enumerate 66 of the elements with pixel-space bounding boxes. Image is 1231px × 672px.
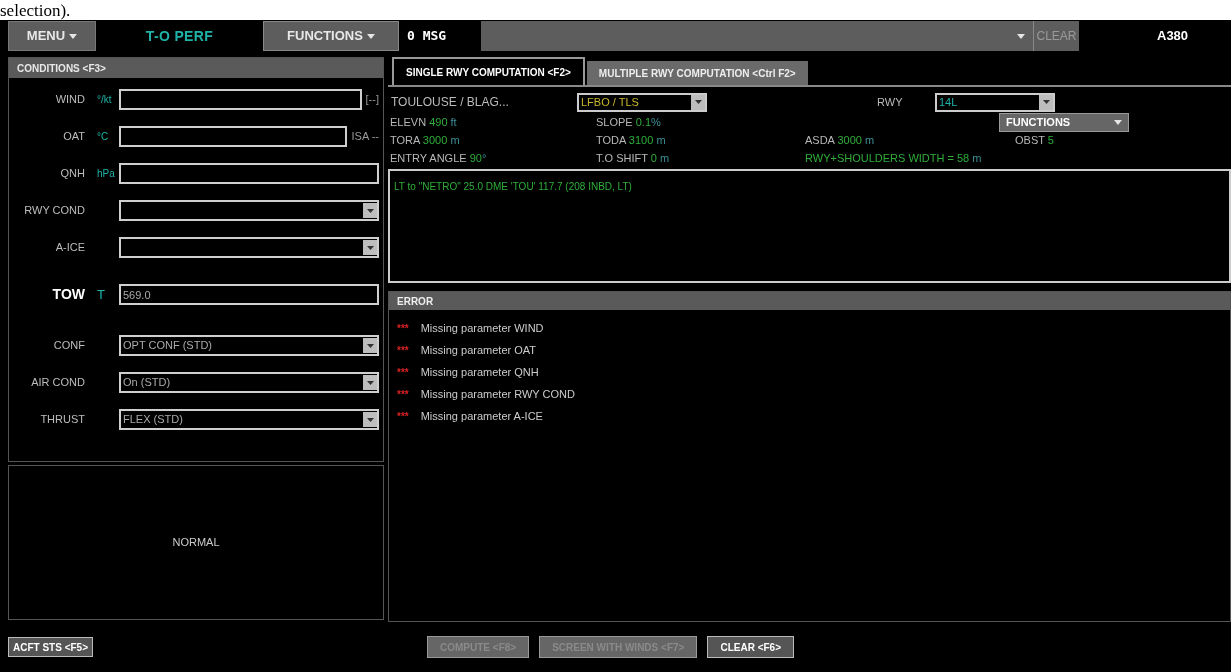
suffix-label: [--] xyxy=(365,92,379,108)
tab[interactable]: SINGLE RWY COMPUTATION <F2> xyxy=(392,57,585,85)
dropdown-field[interactable]: OPT CONF (STD) xyxy=(119,335,379,356)
runway-parameter: T.O SHIFT 0 m xyxy=(596,150,670,166)
page-text: selection). xyxy=(0,1,71,19)
error-marker: *** xyxy=(397,387,409,402)
conditions-header: CONDITIONS <F3> xyxy=(9,58,383,78)
error-message: Missing parameter WIND xyxy=(420,320,544,336)
status-text: NORMAL xyxy=(172,535,220,551)
field-label: WIND xyxy=(55,92,85,108)
field-label: RWY COND xyxy=(24,203,85,219)
runway-parameter: SLOPE 0.1% xyxy=(596,114,661,130)
error-marker: *** xyxy=(397,409,409,424)
caret-icon xyxy=(1114,119,1122,125)
error-message: Missing parameter A-ICE xyxy=(420,408,543,424)
unit-label: °C xyxy=(97,131,109,142)
unit-label: hPa xyxy=(97,168,115,179)
suffix-label: ISA -- xyxy=(351,129,379,145)
caret-icon xyxy=(366,33,375,39)
field-label: CONF xyxy=(53,338,85,354)
error-marker: *** xyxy=(397,343,409,358)
runway-dropdown[interactable]: 14L xyxy=(935,92,1055,112)
input-field[interactable] xyxy=(119,89,362,110)
field-label: QNH xyxy=(60,166,85,182)
dropdown-field[interactable]: On (STD) xyxy=(119,372,379,393)
airport-dropdown[interactable]: LFBO / TLS xyxy=(577,92,707,112)
app-title: T-O PERF xyxy=(144,26,215,46)
dropdown-caret-icon xyxy=(1017,33,1025,39)
action-button[interactable]: CLEAR <F6> xyxy=(707,636,794,658)
runway-parameter: RWY+SHOULDERS WIDTH = 58 m xyxy=(805,150,982,166)
error-marker: *** xyxy=(397,365,409,380)
input-field[interactable] xyxy=(119,163,379,184)
runway-parameter: ELEVN 490 ft xyxy=(390,114,457,130)
unit-label: °/kt xyxy=(97,94,112,105)
field-label: OAT xyxy=(63,129,85,145)
aircraft-label: A380 xyxy=(1157,27,1189,46)
input-field[interactable] xyxy=(119,126,348,147)
dropdown-field[interactable] xyxy=(119,237,379,258)
tab[interactable]: MULTIPLE RWY COMPUTATION <Ctrl F2> xyxy=(586,61,808,85)
error-header: ERROR xyxy=(389,292,1230,310)
error-message: Missing parameter RWY COND xyxy=(420,386,575,402)
error-message: Missing parameter QNH xyxy=(420,364,539,380)
caret-icon xyxy=(69,33,78,39)
runway-parameter: TORA 3000 m xyxy=(390,132,460,148)
runway-functions-button[interactable]: FUNCTIONS xyxy=(999,112,1129,132)
dropdown-field[interactable]: FLEX (STD) xyxy=(119,409,379,430)
error-marker: *** xyxy=(397,321,409,336)
message-count: 0 MSG xyxy=(406,27,448,46)
runway-parameter: TODA 3100 m xyxy=(596,132,666,148)
field-label: A-ICE xyxy=(55,240,85,256)
field-label: AIR COND xyxy=(31,375,85,391)
input-field[interactable]: 569.0 xyxy=(119,284,379,305)
field-label: TOW xyxy=(52,285,85,304)
runway-parameter: ASDA 3000 m xyxy=(805,132,875,148)
unit-label: T xyxy=(97,286,105,302)
menu-button[interactable]: MENU xyxy=(8,21,96,51)
airport-name: TOULOUSE / BLAG... xyxy=(391,94,510,111)
error-message: Missing parameter OAT xyxy=(420,342,536,358)
functions-button[interactable]: FUNCTIONS xyxy=(263,21,399,51)
runway-label: RWY xyxy=(877,94,904,110)
dropdown-field[interactable] xyxy=(119,200,379,221)
notes-text: LT to "NETRO" 25.0 DME 'TOU' 117.7 (208 INBD, LT) xyxy=(394,181,632,192)
field-label: THRUST xyxy=(40,412,85,428)
aircraft-status-button[interactable]: ACFT STS <F5> xyxy=(8,637,93,657)
runway-parameter: ENTRY ANGLE 90° xyxy=(390,150,487,166)
runway-parameter: OBST 5 xyxy=(1015,132,1054,148)
